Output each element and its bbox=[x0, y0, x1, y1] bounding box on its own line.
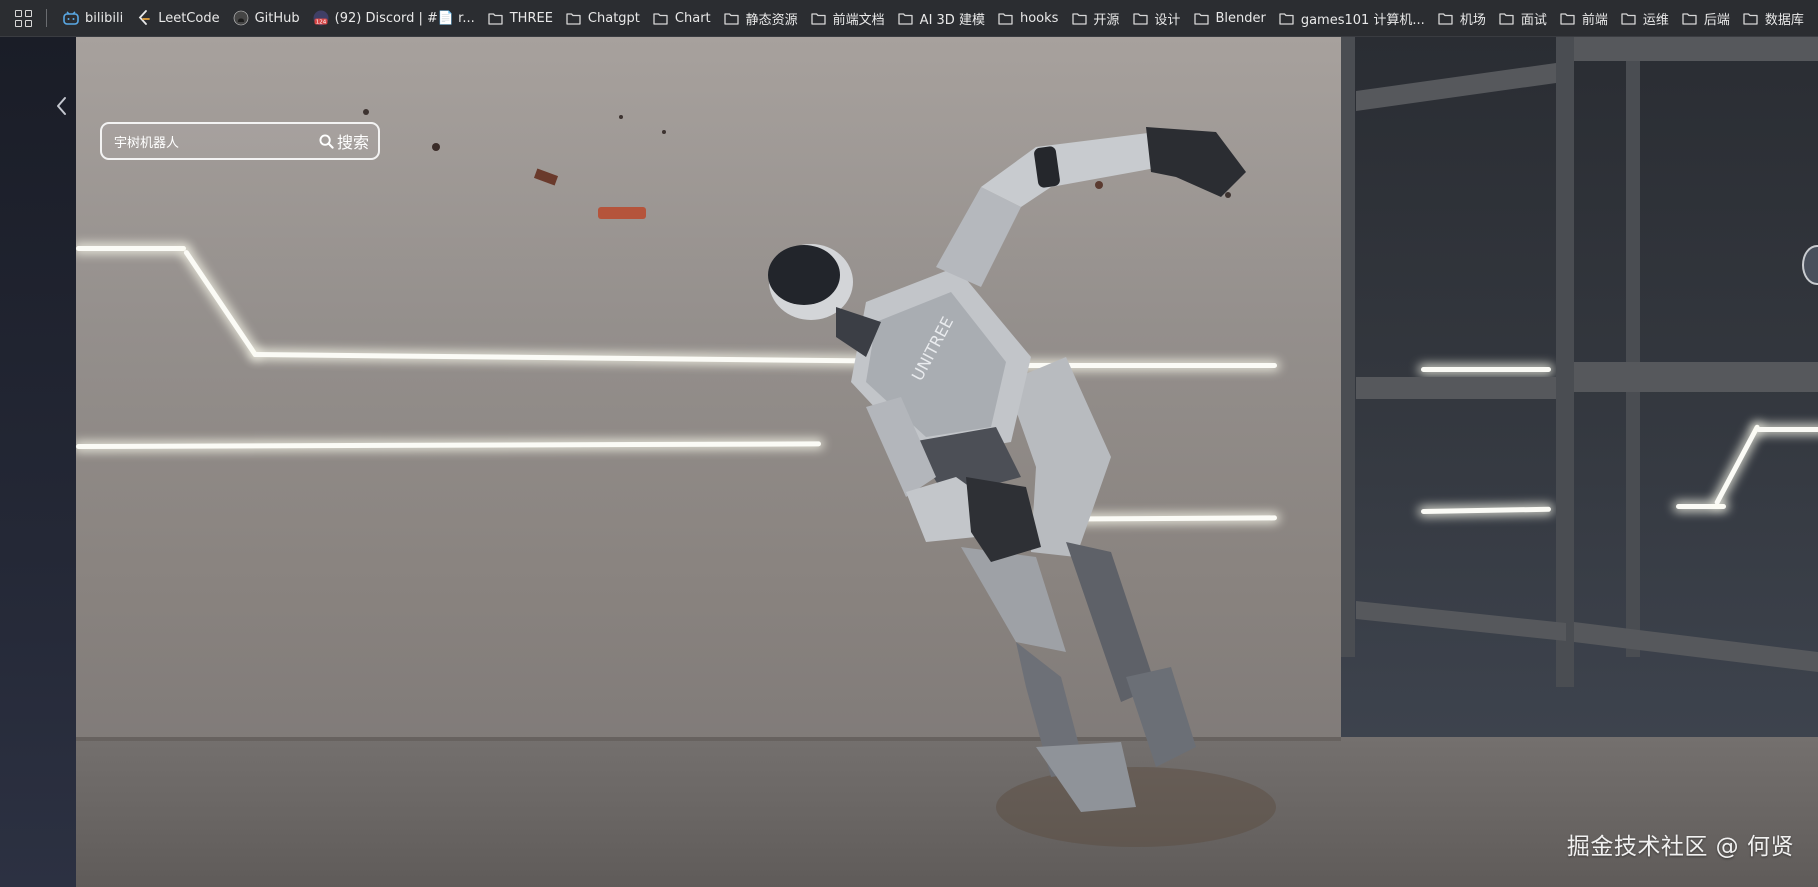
folder-icon bbox=[998, 10, 1014, 26]
search-button[interactable]: 搜索 bbox=[313, 128, 378, 154]
bookmark-folder[interactable]: 前端 bbox=[1554, 4, 1615, 32]
humanoid-robot: UNITREE bbox=[363, 109, 1276, 847]
bookmark-label: 面试 bbox=[1520, 12, 1547, 28]
folder-icon bbox=[653, 10, 669, 26]
bookmark-list: bilibili LeetCode GitHub 124 (92) Discord | … bbox=[57, 4, 1811, 32]
bookmark-label: 开源 bbox=[1093, 12, 1120, 28]
bookmark-folder[interactable]: 数据库 bbox=[1737, 4, 1811, 32]
bookmark-separator bbox=[46, 9, 47, 27]
bookmark-label: Blender bbox=[1215, 10, 1266, 26]
search-icon bbox=[319, 133, 334, 149]
discord-icon: 124 bbox=[313, 10, 329, 26]
leetcode-icon bbox=[136, 10, 152, 26]
bookmark-label: AI 3D 建模 bbox=[919, 12, 985, 28]
folder-icon bbox=[724, 10, 740, 26]
bookmark-folder[interactable]: Chart bbox=[647, 4, 718, 32]
bookmark-link[interactable]: GitHub bbox=[227, 4, 307, 32]
bookmark-folder[interactable]: 机场 bbox=[1432, 4, 1493, 32]
github-icon bbox=[233, 10, 249, 26]
bookmark-label: 后端 bbox=[1703, 12, 1730, 28]
bookmark-label: 数据库 bbox=[1764, 12, 1804, 28]
bookmark-label: games101 计算机... bbox=[1300, 12, 1425, 28]
bookmark-label: hooks bbox=[1019, 10, 1059, 26]
bookmark-folder[interactable]: 前端文档 bbox=[805, 4, 892, 32]
bookmark-folder[interactable]: hooks bbox=[992, 4, 1065, 32]
left-gutter bbox=[0, 37, 76, 887]
folder-icon bbox=[1438, 10, 1454, 26]
bookmark-link[interactable]: bilibili bbox=[57, 4, 130, 32]
folder-icon bbox=[1132, 10, 1148, 26]
bilibili-icon bbox=[63, 10, 79, 26]
bookmark-label: 设计 bbox=[1154, 12, 1181, 28]
folder-icon bbox=[898, 10, 914, 26]
folder-icon bbox=[1499, 10, 1515, 26]
bookmark-label: 运维 bbox=[1642, 12, 1669, 28]
folder-icon bbox=[1071, 10, 1087, 26]
apps-grid-icon[interactable] bbox=[12, 7, 34, 29]
bookmark-label: 前端 bbox=[1581, 12, 1608, 28]
bookmark-folder[interactable]: AI 3D 建模 bbox=[892, 4, 992, 32]
folder-icon bbox=[488, 10, 504, 26]
folder-icon bbox=[1279, 10, 1295, 26]
search-box: 搜索 bbox=[100, 122, 380, 160]
folder-icon bbox=[811, 10, 827, 26]
page-content: UNITREE 掘金技术社区 @ 何贤 宇树机器人 搜索 bbox=[0, 37, 1818, 887]
folder-icon bbox=[1560, 10, 1576, 26]
bookmark-link[interactable]: 124 (92) Discord | #📄 r... bbox=[307, 4, 482, 32]
bookmark-label: GitHub bbox=[254, 10, 300, 26]
watermark: 掘金技术社区 @ 何贤 bbox=[1566, 834, 1794, 860]
bookmark-label: Chatgpt bbox=[587, 10, 640, 26]
folder-icon bbox=[566, 10, 582, 26]
bookmark-folder[interactable]: Chatgpt bbox=[560, 4, 647, 32]
search-input[interactable] bbox=[102, 126, 313, 156]
bookmark-label: 前端文档 bbox=[832, 12, 885, 28]
bookmark-folder[interactable]: 静态资源 bbox=[718, 4, 805, 32]
bookmark-link[interactable]: LeetCode bbox=[130, 4, 226, 32]
bookmark-label: 静态资源 bbox=[745, 12, 798, 28]
bookmark-folder[interactable]: Blender bbox=[1187, 4, 1272, 32]
bookmark-folder[interactable]: THREE bbox=[482, 4, 560, 32]
folder-icon bbox=[1621, 10, 1637, 26]
bookmark-folder[interactable]: 运维 bbox=[1615, 4, 1676, 32]
bookmark-folder[interactable]: 面试 bbox=[1493, 4, 1554, 32]
bookmark-label: LeetCode bbox=[158, 10, 220, 26]
bookmark-folder[interactable]: 开源 bbox=[1065, 4, 1126, 32]
folder-icon bbox=[1682, 10, 1698, 26]
folder-icon bbox=[1193, 10, 1209, 26]
bookmark-label: bilibili bbox=[85, 10, 124, 26]
bookmarks-bar: bilibili LeetCode GitHub 124 (92) Discord | … bbox=[0, 0, 1818, 37]
bookmark-label: 机场 bbox=[1459, 12, 1486, 28]
back-chevron-icon[interactable] bbox=[50, 91, 74, 121]
folder-icon bbox=[1743, 10, 1759, 26]
svg-text:124: 124 bbox=[315, 19, 326, 25]
bookmark-folder[interactable]: 设计 bbox=[1126, 4, 1187, 32]
bookmark-label: Chart bbox=[674, 10, 711, 26]
bookmark-label: (92) Discord | #📄 r... bbox=[334, 10, 475, 26]
bookmark-folder[interactable]: 后端 bbox=[1676, 4, 1737, 32]
robot-video[interactable]: UNITREE 掘金技术社区 @ 何贤 bbox=[76, 37, 1818, 887]
bookmark-folder[interactable]: games101 计算机... bbox=[1273, 4, 1432, 32]
bookmark-label: THREE bbox=[509, 10, 553, 26]
search-button-label: 搜索 bbox=[336, 133, 369, 152]
